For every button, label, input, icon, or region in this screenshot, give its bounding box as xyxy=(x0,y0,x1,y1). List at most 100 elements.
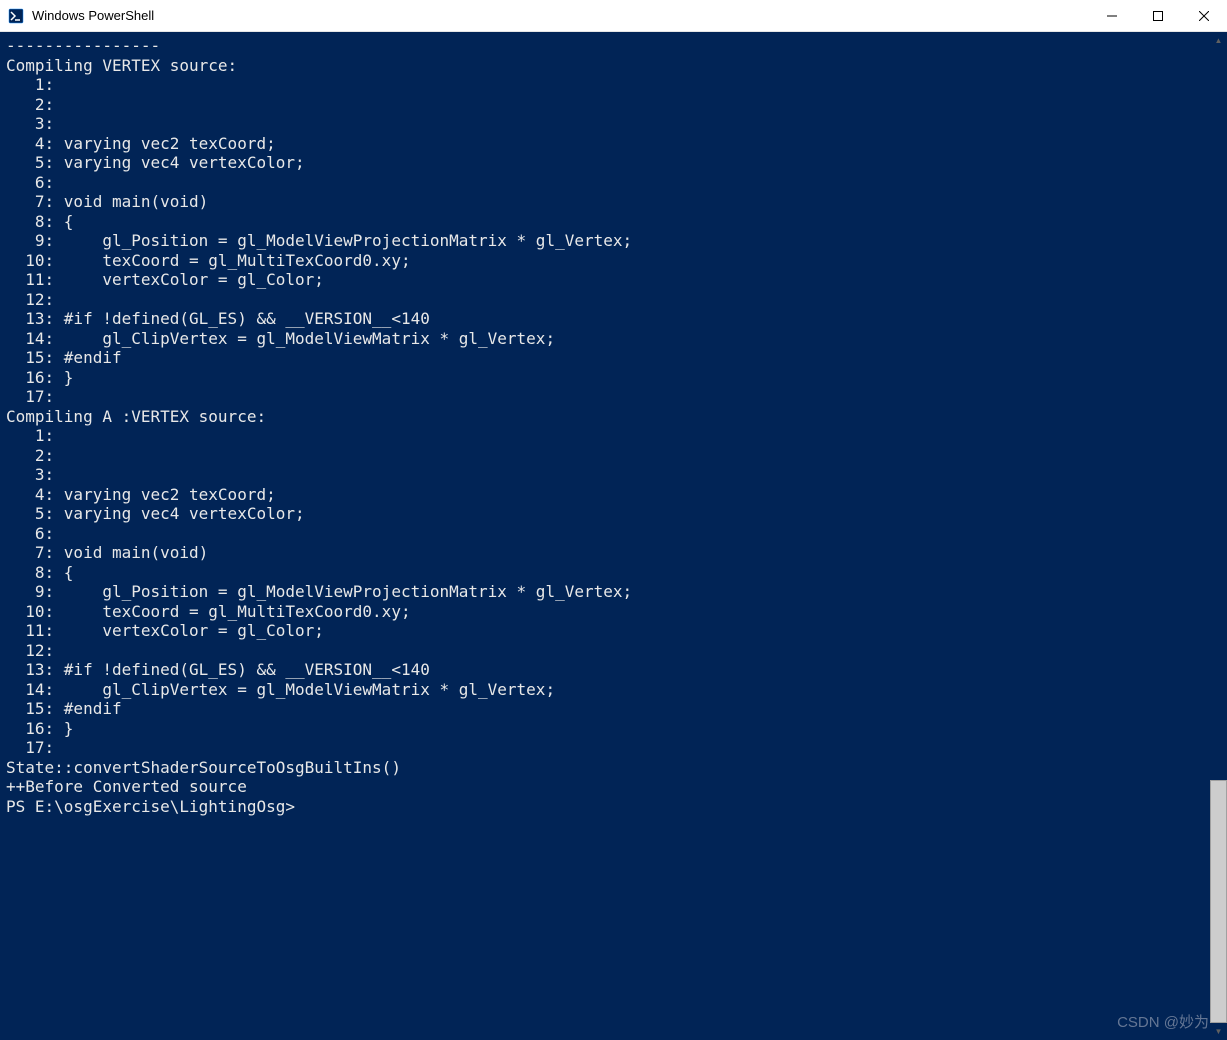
line-code: : } xyxy=(45,719,74,738)
line-code: : xyxy=(45,524,64,543)
line-code: : xyxy=(45,387,64,406)
close-button[interactable] xyxy=(1181,0,1227,31)
line-code: : { xyxy=(45,563,74,582)
shader-line: 13: #if !defined(GL_ES) && __VERSION__<1… xyxy=(6,660,1204,680)
scroll-up-button[interactable]: ▲ xyxy=(1210,32,1227,49)
line-number: 5 xyxy=(6,504,45,524)
shader-line: 12: xyxy=(6,641,1204,661)
line-code: : xyxy=(45,290,64,309)
shader-line: 7: void main(void) xyxy=(6,192,1204,212)
window-title: Windows PowerShell xyxy=(32,8,1089,23)
line-code: : xyxy=(45,95,64,114)
line-code: : varying vec2 texCoord; xyxy=(45,485,276,504)
line-code: : vertexColor = gl_Color; xyxy=(45,621,324,640)
line-code: : gl_ClipVertex = gl_ModelViewMatrix * g… xyxy=(45,329,556,348)
shader-line: 17: xyxy=(6,387,1204,407)
terminal-wrapper: ----------------Compiling VERTEX source:… xyxy=(0,32,1227,1040)
scrollbar-track[interactable] xyxy=(1210,49,1227,1023)
line-code: : } xyxy=(45,368,74,387)
line-number: 15 xyxy=(6,348,45,368)
line-code: : void main(void) xyxy=(45,192,209,211)
state-line: State::convertShaderSourceToOsgBuiltIns(… xyxy=(6,758,1204,778)
shader-line: 1: xyxy=(6,75,1204,95)
line-number: 1 xyxy=(6,426,45,446)
line-number: 4 xyxy=(6,485,45,505)
line-number: 9 xyxy=(6,231,45,251)
line-code: : gl_Position = gl_ModelViewProjectionMa… xyxy=(45,231,633,250)
line-code: : #if !defined(GL_ES) && __VERSION__<140 xyxy=(45,660,430,679)
shader-line: 5: varying vec4 vertexColor; xyxy=(6,153,1204,173)
shader-line: 8: { xyxy=(6,212,1204,232)
shader-line: 4: varying vec2 texCoord; xyxy=(6,134,1204,154)
shader-line: 15: #endif xyxy=(6,699,1204,719)
shader-line: 12: xyxy=(6,290,1204,310)
shader-line: 13: #if !defined(GL_ES) && __VERSION__<1… xyxy=(6,309,1204,329)
shader-line: 11: vertexColor = gl_Color; xyxy=(6,270,1204,290)
line-code: : varying vec4 vertexColor; xyxy=(45,504,305,523)
line-number: 4 xyxy=(6,134,45,154)
shader-line: 6: xyxy=(6,524,1204,544)
line-number: 13 xyxy=(6,660,45,680)
line-number: 14 xyxy=(6,680,45,700)
prompt-line: PS E:\osgExercise\LightingOsg> xyxy=(6,797,1204,817)
line-number: 17 xyxy=(6,738,45,758)
maximize-icon xyxy=(1153,11,1163,21)
minimize-button[interactable] xyxy=(1089,0,1135,31)
line-number: 5 xyxy=(6,153,45,173)
line-code: : { xyxy=(45,212,74,231)
line-number: 2 xyxy=(6,446,45,466)
line-number: 12 xyxy=(6,641,45,661)
divider-line: ---------------- xyxy=(6,36,1204,56)
shader-line: 10: texCoord = gl_MultiTexCoord0.xy; xyxy=(6,602,1204,622)
line-code: : xyxy=(45,426,64,445)
line-number: 1 xyxy=(6,75,45,95)
line-code: : #endif xyxy=(45,699,122,718)
line-code: : xyxy=(45,446,64,465)
line-number: 9 xyxy=(6,582,45,602)
line-number: 17 xyxy=(6,387,45,407)
shader-line: 3: xyxy=(6,465,1204,485)
line-code: : vertexColor = gl_Color; xyxy=(45,270,324,289)
line-number: 6 xyxy=(6,524,45,544)
line-code: : gl_Position = gl_ModelViewProjectionMa… xyxy=(45,582,633,601)
line-code: : texCoord = gl_MultiTexCoord0.xy; xyxy=(45,602,411,621)
shader-line: 6: xyxy=(6,173,1204,193)
shader-line: 15: #endif xyxy=(6,348,1204,368)
line-number: 13 xyxy=(6,309,45,329)
shader-line: 1: xyxy=(6,426,1204,446)
scroll-down-button[interactable]: ▼ xyxy=(1210,1023,1227,1040)
line-code: : xyxy=(45,75,64,94)
shader-line: 17: xyxy=(6,738,1204,758)
compile-header: Compiling A :VERTEX source: xyxy=(6,407,1204,427)
shader-line: 3: xyxy=(6,114,1204,134)
line-code: : xyxy=(45,641,64,660)
shader-line: 14: gl_ClipVertex = gl_ModelViewMatrix *… xyxy=(6,329,1204,349)
line-code: : #endif xyxy=(45,348,122,367)
line-code: : xyxy=(45,738,64,757)
line-number: 16 xyxy=(6,719,45,739)
maximize-button[interactable] xyxy=(1135,0,1181,31)
line-number: 10 xyxy=(6,602,45,622)
shader-line: 11: vertexColor = gl_Color; xyxy=(6,621,1204,641)
compile-header: Compiling VERTEX source: xyxy=(6,56,1204,76)
powershell-icon xyxy=(8,8,24,24)
line-code: : varying vec4 vertexColor; xyxy=(45,153,305,172)
line-code: : texCoord = gl_MultiTexCoord0.xy; xyxy=(45,251,411,270)
shader-line: 16: } xyxy=(6,368,1204,388)
minimize-icon xyxy=(1107,11,1117,21)
shader-line: 5: varying vec4 vertexColor; xyxy=(6,504,1204,524)
vertical-scrollbar[interactable]: ▲ ▼ xyxy=(1210,32,1227,1040)
line-code: : void main(void) xyxy=(45,543,209,562)
shader-line: 16: } xyxy=(6,719,1204,739)
line-code: : xyxy=(45,114,64,133)
shader-line: 7: void main(void) xyxy=(6,543,1204,563)
line-number: 12 xyxy=(6,290,45,310)
line-code: : #if !defined(GL_ES) && __VERSION__<140 xyxy=(45,309,430,328)
line-code: : gl_ClipVertex = gl_ModelViewMatrix * g… xyxy=(45,680,556,699)
shader-line: 9: gl_Position = gl_ModelViewProjectionM… xyxy=(6,582,1204,602)
scrollbar-thumb[interactable] xyxy=(1210,780,1227,1024)
close-icon xyxy=(1199,11,1209,21)
terminal-output[interactable]: ----------------Compiling VERTEX source:… xyxy=(0,32,1210,1040)
shader-line: 2: xyxy=(6,95,1204,115)
line-number: 11 xyxy=(6,270,45,290)
